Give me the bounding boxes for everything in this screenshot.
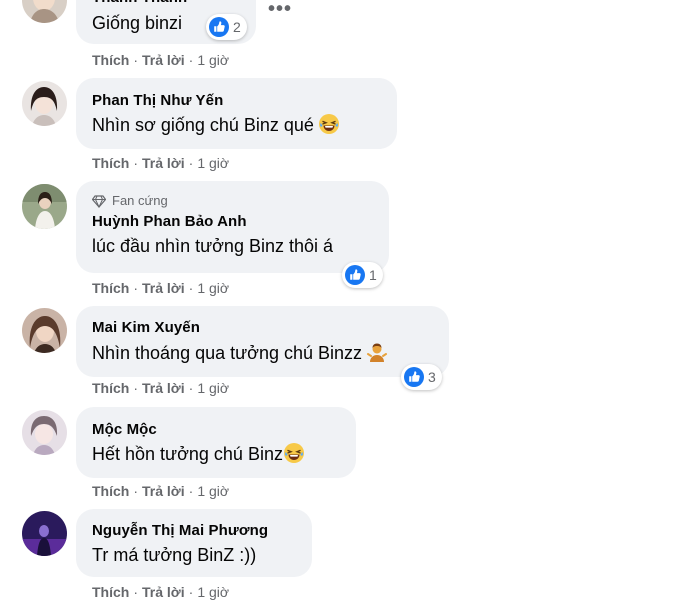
comment-bubble: Nguyễn Thị Mai Phương Tr má tưởng BinZ :… bbox=[76, 509, 312, 577]
comment-bubble: Phan Thị Như Yến Nhìn sơ giống chú Binz … bbox=[76, 78, 397, 149]
comment-time[interactable]: 1 giờ bbox=[197, 52, 229, 68]
comment-actions: Thích · Trả lời · 1 giờ bbox=[92, 380, 229, 396]
avatar[interactable] bbox=[22, 511, 67, 556]
comment-text-content: Nhìn thoáng qua tưởng chú Binzz bbox=[92, 343, 363, 363]
reply-link[interactable]: Trả lời bbox=[142, 52, 185, 68]
avatar[interactable] bbox=[22, 0, 67, 23]
reply-link[interactable]: Trả lời bbox=[142, 155, 185, 171]
more-options-icon[interactable]: ••• bbox=[268, 0, 292, 21]
reaction-count: 2 bbox=[233, 19, 241, 35]
comment-actions: Thích · Trả lời · 1 giờ bbox=[92, 483, 229, 499]
separator: · bbox=[188, 280, 194, 296]
comment-actions: Thích · Trả lời · 1 giờ bbox=[92, 52, 229, 68]
comment-text: Nhìn thoáng qua tưởng chú Binzz bbox=[92, 341, 433, 365]
reply-link[interactable]: Trả lời bbox=[142, 380, 185, 396]
like-link[interactable]: Thích bbox=[92, 483, 129, 499]
separator: · bbox=[188, 52, 194, 68]
comment-author[interactable]: Mai Kim Xuyến bbox=[92, 318, 433, 338]
like-icon bbox=[345, 265, 365, 285]
comment-bubble: Mộc Mộc Hết hồn tưởng chú Binz bbox=[76, 407, 356, 478]
separator: · bbox=[133, 483, 139, 499]
comment-text: Nhìn sơ giống chú Binz qué bbox=[92, 113, 381, 137]
like-link[interactable]: Thích bbox=[92, 52, 129, 68]
comment-actions: Thích · Trả lời · 1 giờ bbox=[92, 280, 229, 296]
like-icon bbox=[404, 367, 424, 387]
separator: · bbox=[133, 52, 139, 68]
comment-author[interactable]: Phan Thị Như Yến bbox=[92, 91, 381, 111]
like-link[interactable]: Thích bbox=[92, 280, 129, 296]
reaction-badge[interactable]: 3 bbox=[401, 364, 442, 390]
comment-text: Tr má tưởng BinZ :)) bbox=[92, 545, 257, 565]
laughing-crying-emoji-icon bbox=[318, 113, 340, 135]
comment-time[interactable]: 1 giờ bbox=[197, 380, 229, 396]
reply-link[interactable]: Trả lời bbox=[142, 584, 185, 600]
separator: · bbox=[133, 155, 139, 171]
comment-time[interactable]: 1 giờ bbox=[197, 483, 229, 499]
comment-text: Hết hồn tưởng chú Binz bbox=[92, 442, 340, 466]
comment-actions: Thích · Trả lời · 1 giờ bbox=[92, 155, 229, 171]
laughing-crying-emoji-icon bbox=[283, 442, 305, 464]
separator: · bbox=[133, 380, 139, 396]
comment-author[interactable]: Thanh Thanh bbox=[92, 0, 240, 8]
comment-time[interactable]: 1 giờ bbox=[197, 280, 229, 296]
comment-time[interactable]: 1 giờ bbox=[197, 155, 229, 171]
comment-bubble: Mai Kim Xuyến Nhìn thoáng qua tưởng chú … bbox=[76, 306, 449, 377]
avatar[interactable] bbox=[22, 184, 67, 229]
reaction-count: 3 bbox=[428, 369, 436, 385]
fan-badge-label: Fan cứng bbox=[112, 193, 168, 208]
like-icon bbox=[209, 17, 229, 37]
comment-author[interactable]: Mộc Mộc bbox=[92, 420, 340, 440]
reply-link[interactable]: Trả lời bbox=[142, 483, 185, 499]
separator: · bbox=[133, 584, 139, 600]
like-link[interactable]: Thích bbox=[92, 155, 129, 171]
comment-author[interactable]: Nguyễn Thị Mai Phương bbox=[92, 521, 296, 541]
like-link[interactable]: Thích bbox=[92, 584, 129, 600]
like-link[interactable]: Thích bbox=[92, 380, 129, 396]
comment-time[interactable]: 1 giờ bbox=[197, 584, 229, 600]
reaction-count: 1 bbox=[369, 267, 377, 283]
avatar[interactable] bbox=[22, 308, 67, 353]
avatar[interactable] bbox=[22, 410, 67, 455]
comment-bubble: Fan cứng Huỳnh Phan Bảo Anh lúc đầu nhìn… bbox=[76, 181, 389, 273]
separator: · bbox=[188, 155, 194, 171]
separator: · bbox=[188, 584, 194, 600]
avatar[interactable] bbox=[22, 81, 67, 126]
comment-text-content: Nhìn sơ giống chú Binz qué bbox=[92, 115, 314, 135]
diamond-icon bbox=[92, 194, 106, 208]
comment-text-content: Hết hồn tưởng chú Binz bbox=[92, 444, 283, 464]
reaction-badge[interactable]: 2 bbox=[206, 14, 247, 40]
comment-author[interactable]: Huỳnh Phan Bảo Anh bbox=[92, 212, 373, 232]
comment-actions: Thích · Trả lời · 1 giờ bbox=[92, 584, 229, 600]
fan-badge[interactable]: Fan cứng bbox=[92, 193, 373, 208]
reply-link[interactable]: Trả lời bbox=[142, 280, 185, 296]
separator: · bbox=[133, 280, 139, 296]
comment-text: lúc đầu nhìn tưởng Binz thôi á bbox=[92, 236, 334, 256]
separator: · bbox=[188, 380, 194, 396]
shrug-emoji-icon bbox=[366, 341, 388, 363]
separator: · bbox=[188, 483, 194, 499]
reaction-badge[interactable]: 1 bbox=[342, 262, 383, 288]
